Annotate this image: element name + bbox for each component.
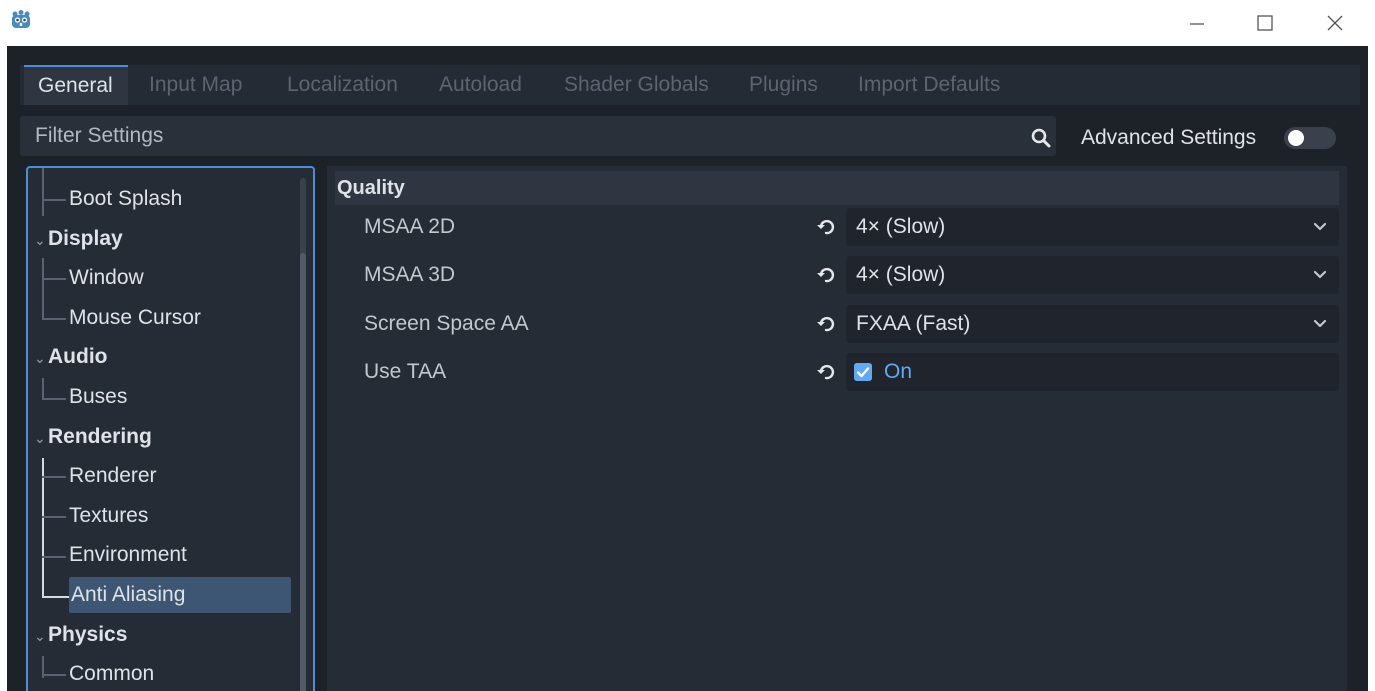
property-label: Screen Space AA	[364, 312, 529, 335]
tab-localization[interactable]: Localization	[287, 65, 398, 105]
section-label: Physics	[48, 623, 128, 646]
property-row-msaa-3d: MSAA 3D 4× (Slow)	[335, 255, 1339, 295]
section-label: Rendering	[48, 425, 152, 448]
chevron-down-icon	[1313, 222, 1327, 231]
section-label: Audio	[48, 345, 108, 368]
chevron-down-icon	[1313, 270, 1327, 279]
checkbox-label: On	[884, 360, 913, 383]
dropdown-value: FXAA (Fast)	[856, 312, 971, 335]
tree-section-display[interactable]: ⌄ Display	[34, 221, 123, 257]
tree-item-textures[interactable]: Textures	[69, 498, 148, 534]
tab-import-defaults[interactable]: Import Defaults	[858, 65, 1000, 105]
dropdown-value: 4× (Slow)	[856, 263, 946, 286]
msaa-2d-dropdown[interactable]: 4× (Slow)	[846, 208, 1339, 246]
tree-guide-line	[42, 199, 66, 201]
project-settings-window: General Input Map Localization Autoload …	[7, 46, 1368, 691]
property-row-msaa-2d: MSAA 2D 4× (Slow)	[335, 207, 1339, 247]
section-label: Display	[48, 227, 123, 250]
tree-item-anti-aliasing[interactable]: Anti Aliasing	[69, 577, 291, 613]
minimize-button[interactable]	[1182, 8, 1212, 38]
revert-icon[interactable]	[816, 362, 836, 382]
filter-placeholder: Filter Settings	[35, 124, 164, 147]
window-titlebar	[0, 0, 1375, 46]
toggle-knob	[1288, 130, 1304, 146]
tree-guide-line	[42, 278, 66, 280]
tree-item-boot-splash[interactable]: Boot Splash	[69, 181, 182, 217]
chevron-down-icon[interactable]: ⌄	[34, 618, 48, 654]
tree-guide-line	[42, 378, 44, 400]
section-header-quality: Quality	[335, 171, 1339, 205]
tree-item-renderer[interactable]: Renderer	[69, 458, 157, 494]
filter-settings-input[interactable]: Filter Settings	[20, 116, 1056, 156]
tab-general[interactable]: General	[24, 65, 128, 105]
maximize-button[interactable]	[1250, 8, 1280, 38]
tree-guide-line	[42, 516, 66, 518]
revert-icon[interactable]	[816, 217, 836, 237]
search-icon[interactable]	[1029, 126, 1053, 150]
tree-guide-line	[42, 318, 66, 320]
settings-category-tree[interactable]: Boot Splash ⌄ Display Window Mouse Cursor…	[26, 166, 315, 691]
tab-shader-globals[interactable]: Shader Globals	[564, 65, 709, 105]
property-row-screen-space-aa: Screen Space AA FXAA (Fast)	[335, 304, 1339, 344]
property-row-use-taa: Use TAA On	[335, 352, 1339, 392]
settings-tab-bar: General Input Map Localization Autoload …	[20, 65, 1360, 105]
advanced-settings-label: Advanced Settings	[1081, 126, 1257, 149]
chevron-down-icon[interactable]: ⌄	[34, 420, 48, 456]
tree-section-rendering[interactable]: ⌄ Rendering	[34, 419, 152, 455]
property-label: Use TAA	[364, 360, 447, 383]
tree-item-label: Anti Aliasing	[71, 583, 186, 606]
checkbox-checked-icon[interactable]	[854, 363, 872, 381]
tree-guide-line	[42, 458, 44, 598]
tree-guide-line	[42, 398, 66, 400]
tree-guide-line	[42, 596, 70, 598]
chevron-down-icon	[1313, 319, 1327, 328]
property-label: MSAA 2D	[364, 215, 456, 238]
tree-scrollbar-thumb[interactable]	[300, 253, 306, 691]
tab-plugins[interactable]: Plugins	[749, 65, 818, 105]
chevron-down-icon[interactable]: ⌄	[34, 222, 48, 258]
tree-item-buses[interactable]: Buses	[69, 379, 127, 415]
tree-item-window[interactable]: Window	[69, 260, 144, 296]
tree-item-environment[interactable]: Environment	[69, 537, 187, 573]
revert-icon[interactable]	[816, 265, 836, 285]
tree-guide-line	[42, 476, 66, 478]
tab-autoload[interactable]: Autoload	[439, 65, 522, 105]
tree-item-common[interactable]: Common	[69, 656, 154, 691]
msaa-3d-dropdown[interactable]: 4× (Slow)	[846, 256, 1339, 294]
screen-space-aa-dropdown[interactable]: FXAA (Fast)	[846, 305, 1339, 343]
tree-item-mouse-cursor[interactable]: Mouse Cursor	[69, 300, 201, 336]
close-window-button[interactable]	[1320, 8, 1350, 38]
tree-guide-line	[42, 674, 66, 676]
revert-icon[interactable]	[816, 314, 836, 334]
dropdown-value: 4× (Slow)	[856, 215, 946, 238]
tree-section-physics[interactable]: ⌄ Physics	[34, 617, 127, 653]
tree-section-audio[interactable]: ⌄ Audio	[34, 339, 107, 375]
advanced-settings-toggle[interactable]	[1284, 127, 1336, 149]
tree-guide-line	[42, 556, 66, 558]
property-label: MSAA 3D	[364, 263, 456, 286]
use-taa-checkbox-field[interactable]: On	[846, 353, 1339, 391]
tree-guide-line	[42, 298, 44, 320]
tree-guide-line	[42, 168, 44, 216]
chevron-down-icon[interactable]: ⌄	[34, 340, 48, 376]
settings-inspector-panel: Quality MSAA 2D 4× (Slow) MSAA 3D 4× (Sl…	[327, 166, 1347, 691]
tab-input-map[interactable]: Input Map	[149, 65, 242, 105]
godot-logo-icon	[12, 10, 30, 28]
